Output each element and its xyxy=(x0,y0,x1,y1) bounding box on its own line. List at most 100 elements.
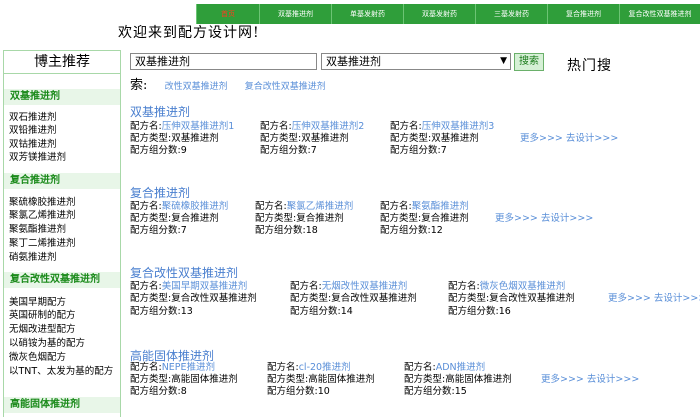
recipe-type: 复合推进剂 xyxy=(421,213,469,224)
nav-single-base-gun-propellant[interactable]: 单基发射药 xyxy=(331,4,403,24)
nav-home[interactable]: 首页 xyxy=(196,4,259,24)
recipe-link[interactable]: 聚硫橡胶推进剂 xyxy=(162,201,229,213)
hot-search-tag[interactable]: 复合改性双基推进剂 xyxy=(245,82,326,92)
sidebar-item[interactable]: 双石推进剂 xyxy=(9,111,57,124)
sidebar-item[interactable]: 以TNT、太发为基的配方 xyxy=(9,365,113,378)
sidebar-section-high-energy[interactable]: 高能固体推进剂 xyxy=(4,397,120,413)
count-label: 配方组分数: xyxy=(255,225,306,236)
type-label: 配方类型: xyxy=(130,213,172,224)
recipe-link[interactable]: 压伸双基推进剂3 xyxy=(422,121,495,133)
type-label: 配方类型: xyxy=(267,374,309,385)
count-label: 配方组分数: xyxy=(130,145,181,156)
sidebar-item[interactable]: 双钴推进剂 xyxy=(9,138,57,151)
nav-double-base-propellant[interactable]: 双基推进剂 xyxy=(259,4,331,24)
recipe-type: 双基推进剂 xyxy=(301,133,349,144)
recipe-type-row: 配方类型:复合改性双基推进剂 配方类型:复合改性双基推进剂 配方类型:复合改性双基推… xyxy=(130,293,700,305)
category-select-value: 双基推进剂 xyxy=(326,55,381,68)
recipe-count-row: 配方组分数:8 配方组分数:10 配方组分数:15 xyxy=(130,386,541,398)
nav-composite-modified-double-base[interactable]: 复合改性双基推进剂 xyxy=(619,4,700,24)
recipe-link[interactable]: cl-20推进剂 xyxy=(299,362,351,374)
type-label: 配方类型: xyxy=(448,293,490,304)
sidebar-item[interactable]: 双芳镁推进剂 xyxy=(9,151,66,164)
type-label: 配方类型: xyxy=(390,133,432,144)
more-design-link[interactable]: 更多>>> 去设计>>> xyxy=(608,293,700,305)
sidebar-item[interactable]: 无烟改进型配方 xyxy=(9,323,76,336)
section-title-composite[interactable]: 复合推进剂 xyxy=(130,184,190,201)
search-button[interactable]: 搜索 xyxy=(514,53,544,71)
nav-triple-base-gun-propellant[interactable]: 三基发射药 xyxy=(475,4,547,24)
recipe-link[interactable]: 聚氯乙烯推进剂 xyxy=(287,201,354,213)
sidebar-section-composite-modified[interactable]: 复合改性双基推进剂 xyxy=(4,272,120,288)
sidebar-item[interactable]: 聚丁二烯推进剂 xyxy=(9,237,76,250)
sidebar-item[interactable]: 聚氨酯推进剂 xyxy=(9,223,66,236)
recipe-type: 高能固体推进剂 xyxy=(445,374,512,385)
recipe-type: 高能固体推进剂 xyxy=(171,374,238,385)
sidebar-section-double-base[interactable]: 双基推进剂 xyxy=(4,89,120,105)
recipe-count: 13 xyxy=(180,306,193,317)
hot-search-label: 热门搜 xyxy=(567,58,612,74)
recipe-count: 16 xyxy=(498,306,511,317)
sidebar-title: 博主推荐 xyxy=(4,51,120,74)
name-label: 配方名: xyxy=(290,281,322,292)
welcome-banner: 欢迎来到配方设计网! xyxy=(118,25,260,41)
recipe-link[interactable]: 微灰色烟双基推进剂 xyxy=(480,281,566,293)
count-label: 配方组分数: xyxy=(390,145,441,156)
name-label: 配方名: xyxy=(130,362,162,373)
recipe-type: 复合改性双基推进剂 xyxy=(489,293,575,304)
recipe-type: 双基推进剂 xyxy=(171,133,219,144)
category-select[interactable]: 双基推进剂 ▼ xyxy=(321,53,511,70)
more-design-link[interactable]: 更多>>> 去设计>>> xyxy=(495,213,593,225)
search-input[interactable]: 双基推进剂 xyxy=(130,53,317,70)
recipe-count: 14 xyxy=(340,306,353,317)
name-label: 配方名: xyxy=(260,121,292,132)
count-label: 配方组分数: xyxy=(130,386,181,397)
sidebar-item[interactable]: 聚氯乙烯推进剂 xyxy=(9,209,76,222)
recipe-count: 15 xyxy=(454,386,467,397)
recipe-link[interactable]: ADN推进剂 xyxy=(436,362,485,374)
type-label: 配方类型: xyxy=(255,213,297,224)
sidebar: 博主推荐 双基推进剂 双石推进剂 双铅推进剂 双钴推进剂 双芳镁推进剂 复合推进… xyxy=(3,50,121,417)
type-label: 配方类型: xyxy=(380,213,422,224)
name-label: 配方名: xyxy=(390,121,422,132)
sidebar-item[interactable]: 美国早期配方 xyxy=(9,296,66,309)
recipe-type: 复合推进剂 xyxy=(296,213,344,224)
recipe-link[interactable]: 聚氨酯推进剂 xyxy=(412,201,469,213)
sidebar-item[interactable]: 聚硫橡胶推进剂 xyxy=(9,196,76,209)
sidebar-item[interactable]: 双铅推进剂 xyxy=(9,124,57,137)
recipe-type: 高能固体推进剂 xyxy=(308,374,375,385)
section-title-composite-modified[interactable]: 复合改性双基推进剂 xyxy=(130,264,238,281)
recipe-type-row: 配方类型:双基推进剂 配方类型:双基推进剂 配方类型:双基推进剂 更多>>> 去设计>… xyxy=(130,133,618,145)
sidebar-section-composite[interactable]: 复合推进剂 xyxy=(4,173,120,189)
recipe-count: 7 xyxy=(310,145,317,156)
name-label: 配方名: xyxy=(130,121,162,132)
more-design-link[interactable]: 更多>>> 去设计>>> xyxy=(541,374,639,386)
section-title-double-base[interactable]: 双基推进剂 xyxy=(130,103,190,120)
recipe-count-row: 配方组分数:7 配方组分数:18 配方组分数:12 xyxy=(130,225,495,237)
recipe-count-row: 配方组分数:9 配方组分数:7 配方组分数:7 xyxy=(130,145,520,157)
count-label: 配方组分数: xyxy=(130,306,181,317)
recipe-type-row: 配方类型:复合推进剂 配方类型:复合推进剂 配方类型:复合推进剂 更多>>> 去设计>… xyxy=(130,213,593,225)
hot-search-tag[interactable]: 改性双基推进剂 xyxy=(165,82,228,92)
more-design-link[interactable]: 更多>>> 去设计>>> xyxy=(520,133,618,145)
recipe-count: 10 xyxy=(317,386,330,397)
count-label: 配方组分数: xyxy=(404,386,455,397)
recipe-name-row: 配方名:美国早期双基推进剂 配方名:无烟改性双基推进剂 配方名:微灰色烟双基推进剂 xyxy=(130,281,608,293)
recipe-link[interactable]: 美国早期双基推进剂 xyxy=(162,281,248,293)
recipe-count-row: 配方组分数:13 配方组分数:14 配方组分数:16 xyxy=(130,306,608,318)
recipe-name-row: 配方名:聚硫橡胶推进剂 配方名:聚氯乙烯推进剂 配方名:聚氨酯推进剂 xyxy=(130,201,495,213)
sidebar-item[interactable]: 英国研制的配方 xyxy=(9,309,76,322)
recipe-count: 9 xyxy=(180,145,187,156)
recipe-link[interactable]: 压伸双基推进剂2 xyxy=(292,121,365,133)
sidebar-item[interactable]: 以硝铵为基的配方 xyxy=(9,337,85,350)
type-label: 配方类型: xyxy=(290,293,332,304)
recipe-link[interactable]: 无烟改性双基推进剂 xyxy=(322,281,408,293)
nav-double-base-gun-propellant[interactable]: 双基发射药 xyxy=(403,4,475,24)
recipe-link[interactable]: 压伸双基推进剂1 xyxy=(162,121,235,133)
recipe-link[interactable]: NEPE推进剂 xyxy=(162,362,215,374)
recipe-type: 双基推进剂 xyxy=(431,133,479,144)
recipe-count: 18 xyxy=(305,225,318,236)
nav-composite-propellant[interactable]: 复合推进剂 xyxy=(547,4,619,24)
name-label: 配方名: xyxy=(130,281,162,292)
sidebar-item[interactable]: 硝氨推进剂 xyxy=(9,251,57,264)
sidebar-item[interactable]: 微灰色烟配方 xyxy=(9,351,66,364)
